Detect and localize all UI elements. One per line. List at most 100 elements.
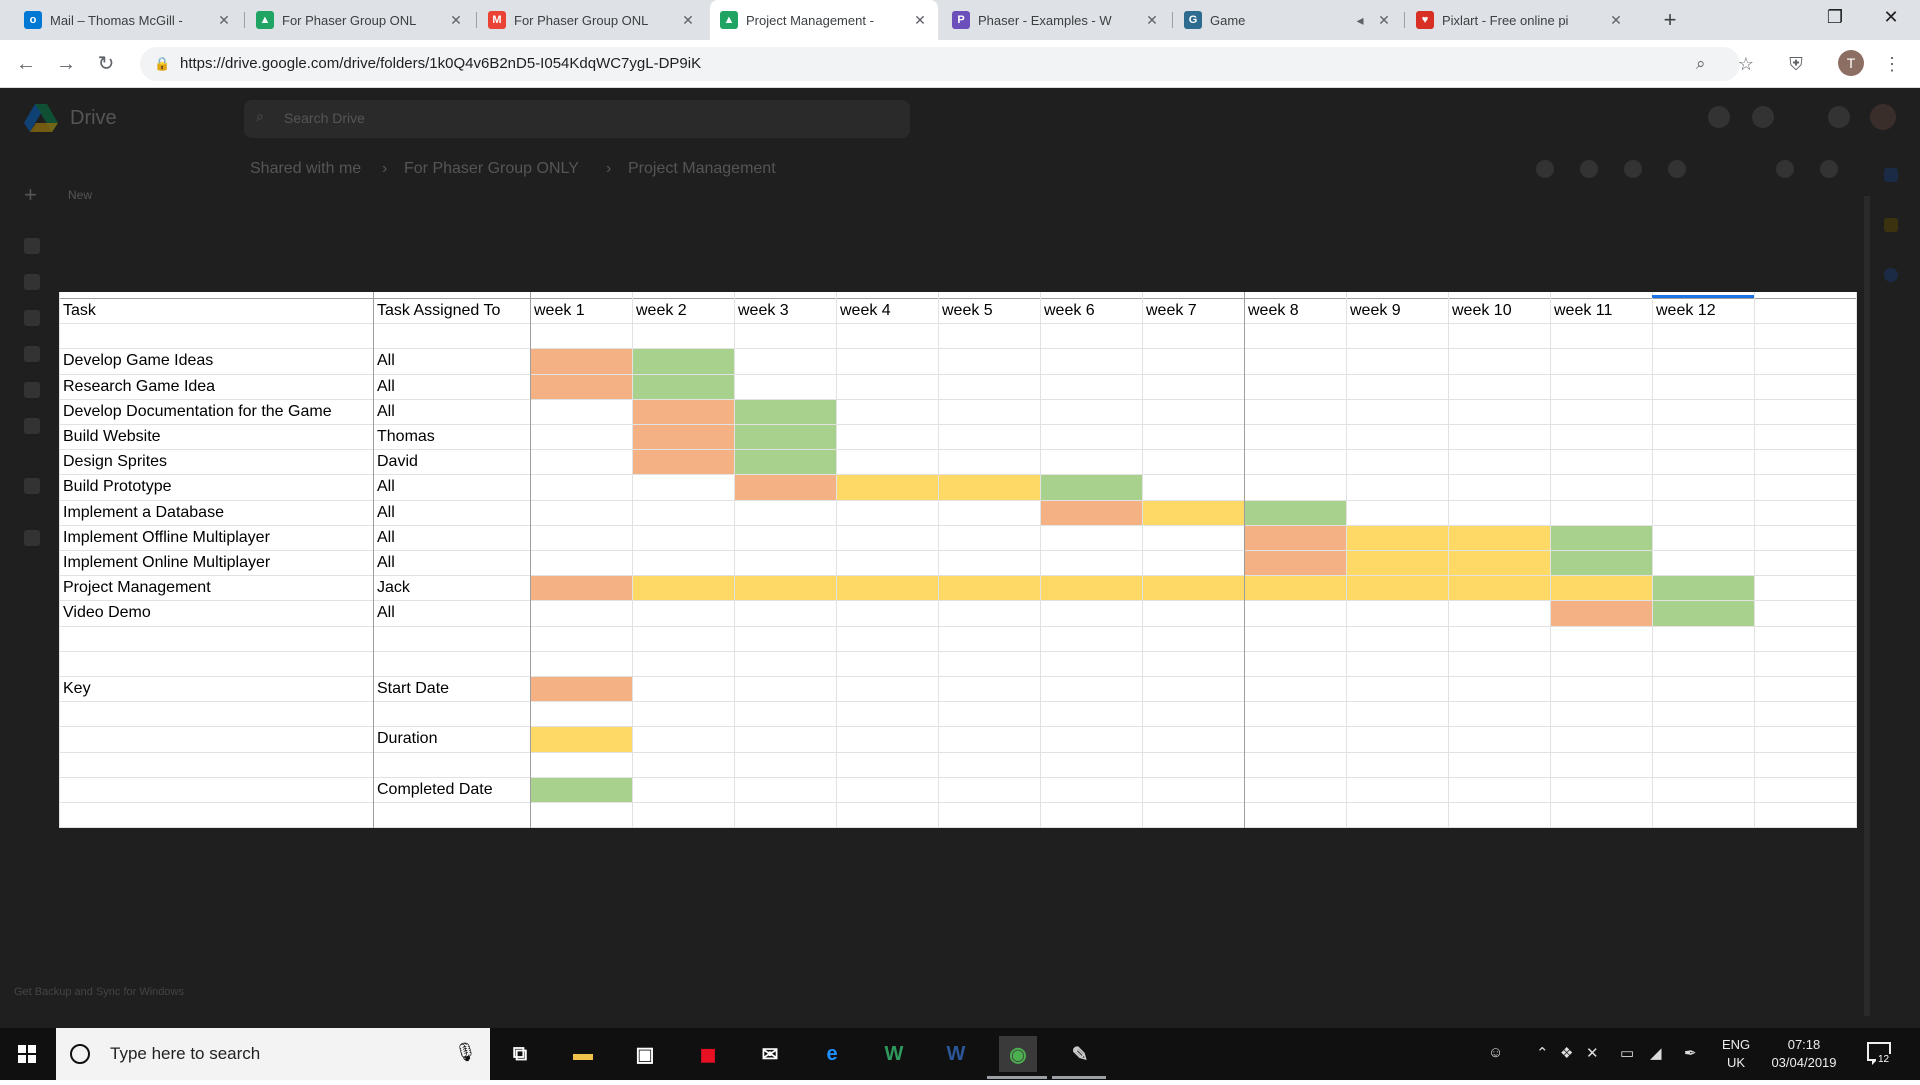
tab-close-icon[interactable]: ✕	[216, 12, 232, 29]
column-gridline	[1754, 292, 1755, 828]
wifi-icon[interactable]: ◢	[1650, 1044, 1662, 1062]
tasks-icon[interactable]	[1884, 268, 1898, 282]
taskbar-search-input[interactable]: Type here to search 🎙	[56, 1028, 490, 1080]
breadcrumb-shared[interactable]: Shared with me	[250, 160, 361, 178]
duration-cell	[1551, 576, 1652, 600]
tab-close-icon[interactable]: ✕	[1608, 12, 1624, 29]
completed-cell	[531, 778, 632, 802]
edge-icon[interactable]: e	[814, 1036, 850, 1072]
breadcrumb-folder[interactable]: For Phaser Group ONLY	[404, 160, 579, 178]
breadcrumb-current[interactable]: Project Management	[628, 160, 776, 178]
windows-start-icon[interactable]	[0, 1028, 54, 1080]
address-bar[interactable]: 🔒 https://drive.google.com/drive/folders…	[140, 47, 1740, 81]
battery-icon[interactable]: ▭	[1620, 1044, 1634, 1062]
duration-cell	[1449, 576, 1550, 600]
tab-close-icon[interactable]: ✕	[448, 12, 464, 29]
account-avatar[interactable]	[1870, 104, 1896, 130]
browser-tab[interactable]: ▲ Project Management - ✕	[710, 0, 938, 40]
paint-app-icon[interactable]: ✎	[1062, 1036, 1098, 1072]
browser-tab-strip: o Mail – Thomas McGill - ✕ ▲ For Phaser Gro…	[0, 0, 1920, 40]
task-name: Project Management	[63, 579, 211, 596]
column-gridline	[938, 292, 939, 828]
share-icon[interactable]	[1580, 160, 1598, 178]
storage-icon[interactable]	[24, 530, 40, 546]
row-gridline	[59, 752, 1857, 753]
word-icon[interactable]: W	[938, 1036, 974, 1072]
task-assignee: All	[377, 604, 395, 621]
settings-gear-icon[interactable]	[1752, 106, 1774, 128]
task-name: Implement Offline Multiplayer	[63, 529, 270, 546]
extension-shield-icon[interactable]: ⛨	[1782, 50, 1810, 78]
completed-cell	[735, 400, 836, 424]
mail-app-icon[interactable]: ✉	[752, 1036, 788, 1072]
drive-scrollbar[interactable]	[1864, 196, 1870, 1016]
duration-cell	[1347, 526, 1448, 550]
profile-avatar[interactable]: T	[1838, 50, 1864, 76]
recent-icon[interactable]	[24, 346, 40, 362]
info-icon[interactable]	[1820, 160, 1838, 178]
tab-separator	[244, 12, 245, 28]
file-explorer-icon[interactable]: ▬	[565, 1036, 601, 1072]
close-window-button[interactable]: ✕	[1862, 0, 1920, 34]
system-clock[interactable]: 07:18 03/04/2019	[1762, 1036, 1846, 1072]
store-icon[interactable]: ▣	[627, 1036, 663, 1072]
restore-window-button[interactable]: ❐	[1806, 0, 1864, 34]
grid-view-icon[interactable]	[1776, 160, 1794, 178]
windows-taskbar: Type here to search 🎙 ⧉ ▬ ▣ ◼ ✉ e W W ◉ …	[0, 1028, 1920, 1080]
starred-icon[interactable]	[24, 382, 40, 398]
gift-app-icon[interactable]: ◼	[690, 1036, 726, 1072]
task-view-icon[interactable]: ⧉	[502, 1036, 538, 1072]
delete-icon[interactable]	[1668, 160, 1686, 178]
outlook-icon: o	[24, 11, 42, 29]
show-hidden-icons-chevron-icon[interactable]: ⌃	[1536, 1044, 1549, 1062]
menu-kebab-icon[interactable]: ⋮	[1878, 50, 1906, 78]
keep-icon[interactable]	[1884, 218, 1898, 232]
computers-icon[interactable]	[24, 274, 40, 290]
reload-icon[interactable]: ↻	[92, 50, 120, 78]
language-indicator[interactable]: ENG UK	[1722, 1036, 1750, 1072]
zoom-icon[interactable]: ⌕	[1696, 54, 1706, 74]
start-cell	[633, 450, 734, 474]
network-disconnected-icon[interactable]: ✕	[1586, 1044, 1599, 1062]
backup-sync-promo[interactable]: Get Backup and Sync for Windows	[14, 986, 184, 998]
shared-icon[interactable]	[24, 310, 40, 326]
drive-search-input[interactable]: ⌕ Search Drive	[244, 100, 910, 138]
webstorm-icon[interactable]: W	[876, 1036, 912, 1072]
plus-icon: +	[24, 182, 37, 207]
new-tab-button[interactable]: +	[1656, 6, 1684, 34]
browser-tab[interactable]: M For Phaser Group ONL ✕	[478, 0, 706, 40]
key-label: Start Date	[377, 680, 450, 697]
tab-close-icon[interactable]: ✕	[1376, 12, 1392, 29]
browser-tab[interactable]: ♥ Pixlart - Free online pi ✕	[1406, 0, 1634, 40]
bookmark-star-icon[interactable]: ☆	[1732, 50, 1760, 78]
backups-icon[interactable]	[24, 478, 40, 494]
browser-tab[interactable]: G Game ◂ ✕	[1174, 0, 1402, 40]
link-icon[interactable]	[1536, 160, 1554, 178]
browser-tab[interactable]: ▲ For Phaser Group ONL ✕	[246, 0, 474, 40]
url-text[interactable]: https://drive.google.com/drive/folders/1…	[180, 47, 701, 81]
calendar-icon[interactable]	[1884, 168, 1898, 182]
completed-cell	[1551, 551, 1652, 575]
pen-icon[interactable]: ✒	[1684, 1044, 1697, 1062]
forward-arrow-icon[interactable]: →	[52, 50, 80, 78]
tab-audio-icon[interactable]: ◂	[1352, 12, 1368, 29]
browser-tab[interactable]: P Phaser - Examples - W ✕	[942, 0, 1170, 40]
microphone-icon[interactable]: 🎙	[454, 1042, 477, 1063]
tab-close-icon[interactable]: ✕	[680, 12, 696, 29]
people-icon[interactable]: ☺	[1488, 1044, 1503, 1061]
tab-close-icon[interactable]: ✕	[1144, 12, 1160, 29]
trash-icon[interactable]	[24, 418, 40, 434]
column-gridline	[1040, 292, 1041, 828]
my-drive-icon[interactable]	[24, 238, 40, 254]
tab-close-icon[interactable]: ✕	[912, 12, 928, 29]
task-name: Develop Game Ideas	[63, 352, 214, 369]
dropbox-icon[interactable]: ❖	[1560, 1044, 1573, 1062]
browser-tab[interactable]: o Mail – Thomas McGill - ✕	[14, 0, 242, 40]
chrome-icon[interactable]: ◉	[999, 1036, 1037, 1072]
help-icon[interactable]	[1708, 106, 1730, 128]
new-button[interactable]: + New	[18, 180, 108, 212]
apps-grid-icon[interactable]	[1828, 106, 1850, 128]
back-arrow-icon[interactable]: ←	[12, 50, 40, 78]
preview-eye-icon[interactable]	[1624, 160, 1642, 178]
duration-cell	[1245, 576, 1346, 600]
